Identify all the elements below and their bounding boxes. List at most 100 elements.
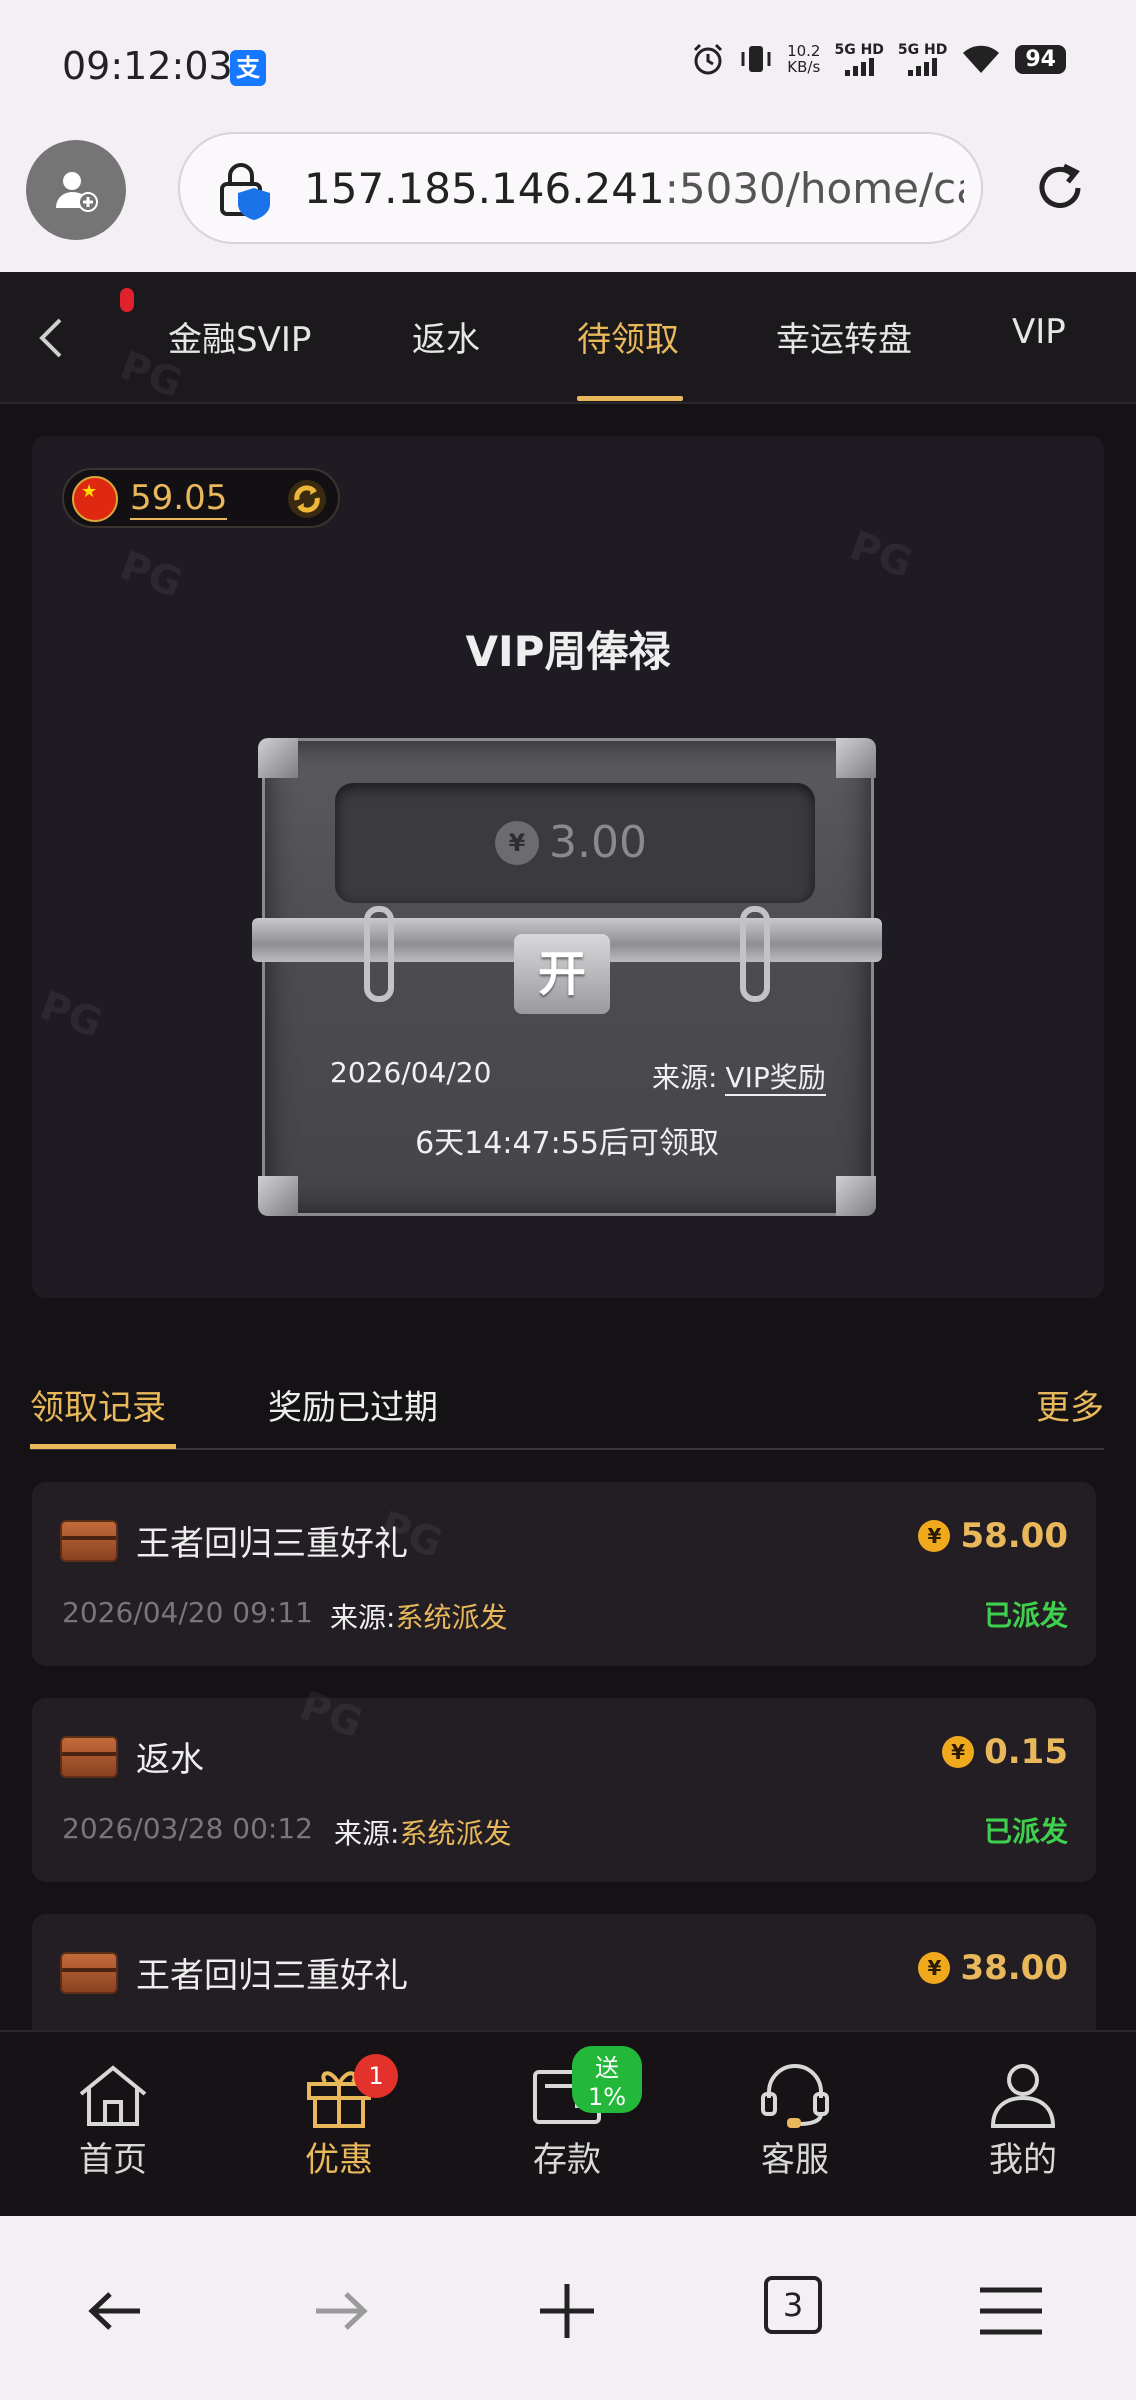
china-flag-icon xyxy=(72,476,118,522)
browser-bottom-bar: 3 xyxy=(0,2216,1136,2400)
nav-promotions[interactable]: 1 优惠 xyxy=(264,2054,414,2181)
nav-profile-label: 我的 xyxy=(989,2140,1057,2180)
lock-shield-icon xyxy=(220,163,270,220)
chest-corner xyxy=(258,738,298,778)
record-source-value: 系统派发 xyxy=(395,1601,508,1634)
record-amount-value: 38.00 xyxy=(960,1948,1068,1988)
record-source-label: 来源: xyxy=(334,1817,400,1850)
headset-icon xyxy=(761,2064,829,2128)
nav-customer-service[interactable]: 客服 xyxy=(720,2062,870,2181)
tab-expired-rewards[interactable]: 奖励已过期 xyxy=(268,1380,438,1429)
tab-claim-records[interactable]: 领取记录 xyxy=(30,1380,166,1429)
record-status: 已派发 xyxy=(983,1599,1068,1632)
reward-source: 来源: VIP奖励 xyxy=(652,1056,826,1096)
signal-bars-icon xyxy=(844,58,874,76)
nav-promotions-label: 优惠 xyxy=(305,2140,373,2180)
net-speed-unit: KB/s xyxy=(787,58,821,76)
yen-coin-icon: ¥ xyxy=(495,821,539,865)
refresh-icon[interactable] xyxy=(286,478,328,520)
chest-latch-right xyxy=(740,906,770,1002)
url-text: 157.185.146.241:5030/home/ca xyxy=(304,164,964,213)
more-link[interactable]: 更多 xyxy=(1036,1380,1104,1429)
reward-card: 59.05 VIP周俸禄 ¥ 3.00 开 2026/04/20 来源:VIP奖… xyxy=(32,436,1104,1298)
status-bar: 09:12:03 支 10.2 KB/s 5G HD 5G HD 94 xyxy=(0,0,1136,132)
record-item[interactable]: 返水 ¥0.15 2026/03/28 00:12 来源:系统派发 已派发 xyxy=(32,1698,1096,1882)
tab-pending-claim[interactable]: 待领取 xyxy=(577,312,679,361)
nav-deposit-label: 存款 xyxy=(533,2140,601,2180)
nav-home-label: 首页 xyxy=(79,2140,147,2180)
signal-1-label: 5G HD xyxy=(834,42,884,58)
chest-amount: 3.00 xyxy=(549,817,647,868)
tab-vip[interactable]: VIP xyxy=(1012,312,1066,352)
card-title: VIP周俸禄 xyxy=(465,627,671,676)
chest-latch-left xyxy=(364,906,394,1002)
signal-bars-icon xyxy=(908,58,938,76)
alipay-icon: 支 xyxy=(230,50,266,86)
url-input[interactable]: 157.185.146.241:5030/home/ca xyxy=(178,132,983,244)
menu-icon[interactable] xyxy=(976,2276,1046,2346)
user-icon xyxy=(990,2064,1056,2128)
treasure-chest[interactable]: ¥ 3.00 开 2026/04/20 来源: VIP奖励 6天14:47:55后… xyxy=(252,738,882,1216)
reward-source-label: 来源: xyxy=(652,1061,718,1094)
home-icon xyxy=(79,2065,147,2126)
vibrate-icon xyxy=(741,46,771,72)
reload-icon[interactable] xyxy=(1030,158,1090,218)
profile-button[interactable] xyxy=(26,140,126,240)
signal-2-label: 5G HD xyxy=(897,42,948,58)
nav-profile[interactable]: 我的 xyxy=(948,2062,1098,2181)
nav-customer-service-label: 客服 xyxy=(761,2140,829,2180)
deposit-promo-badge: 送1% xyxy=(572,2046,642,2113)
record-time: 2026/03/28 00:12 xyxy=(62,1812,313,1845)
record-amount-value: 0.15 xyxy=(984,1732,1068,1772)
battery-indicator: 94 xyxy=(1015,44,1066,74)
open-chest-button[interactable]: 开 xyxy=(514,934,610,1014)
treasure-chest-icon xyxy=(60,1520,118,1562)
record-status: 已派发 xyxy=(983,1815,1068,1848)
wifi-icon xyxy=(963,45,1000,73)
tab-lucky-wheel[interactable]: 幸运转盘 xyxy=(776,312,912,361)
signal-1: 5G HD xyxy=(834,42,884,76)
promo-badge: 1 xyxy=(354,2054,398,2098)
back-arrow-icon[interactable] xyxy=(30,314,70,362)
divider xyxy=(30,1448,1104,1450)
new-tab-icon[interactable] xyxy=(532,2276,602,2346)
reward-date: 2026/04/20 xyxy=(330,1056,492,1089)
record-source-label: 来源: xyxy=(330,1601,396,1634)
chest-corner xyxy=(258,1176,298,1216)
record-tabs: 领取记录 奖励已过期 更多 xyxy=(0,1352,1136,1452)
url-path: :5030/home/ca xyxy=(664,164,964,213)
alarm-icon xyxy=(694,43,723,75)
browser-address-bar: 157.185.146.241:5030/home/ca xyxy=(0,132,1136,272)
yen-coin-icon: ¥ xyxy=(942,1736,975,1768)
nav-deposit[interactable]: 送1% 存款 xyxy=(492,2046,642,2181)
chest-corner xyxy=(836,738,876,778)
balance-value: 59.05 xyxy=(130,478,228,520)
record-source-value: 系统派发 xyxy=(399,1817,512,1850)
net-speed: 10.2 KB/s xyxy=(787,43,820,75)
chest-corner xyxy=(836,1176,876,1216)
app-content: 金融SVIP 返水 待领取 幸运转盘 VIP 59.05 VIP周俸禄 ¥ 3.… xyxy=(0,272,1136,2216)
treasure-chest-icon xyxy=(60,1952,118,1994)
signal-2: 5G HD xyxy=(898,42,947,76)
tabs-button[interactable]: 3 xyxy=(764,2276,822,2334)
tab-rebate[interactable]: 返水 xyxy=(412,312,480,361)
record-amount: ¥0.15 xyxy=(942,1732,1068,1772)
back-icon[interactable] xyxy=(80,2276,150,2346)
tab-finance-svip[interactable]: 金融SVIP xyxy=(168,312,311,361)
net-speed-value: 10.2 xyxy=(787,42,821,60)
chest-amount-window: ¥ 3.00 xyxy=(335,783,815,903)
claim-countdown: 6天14:47:55后可领取 xyxy=(415,1126,719,1161)
balance-pill: 59.05 xyxy=(62,468,340,528)
record-source: 来源:系统派发 xyxy=(330,1596,507,1636)
record-title: 王者回归三重好礼 xyxy=(136,1956,408,1996)
record-time: 2026/04/20 09:11 xyxy=(62,1596,313,1629)
yen-coin-icon: ¥ xyxy=(918,1952,951,1984)
record-item[interactable]: 王者回归三重好礼 ¥58.00 2026/04/20 09:11 来源:系统派发… xyxy=(32,1482,1096,1666)
record-amount-value: 58.00 xyxy=(960,1516,1068,1556)
record-title: 王者回归三重好礼 xyxy=(136,1524,408,1564)
notification-dot xyxy=(120,288,134,312)
active-tab-indicator xyxy=(577,396,683,401)
status-icons: 10.2 KB/s 5G HD 5G HD 94 xyxy=(691,42,1066,76)
forward-icon[interactable] xyxy=(306,2276,376,2346)
nav-home[interactable]: 首页 xyxy=(38,2062,188,2181)
